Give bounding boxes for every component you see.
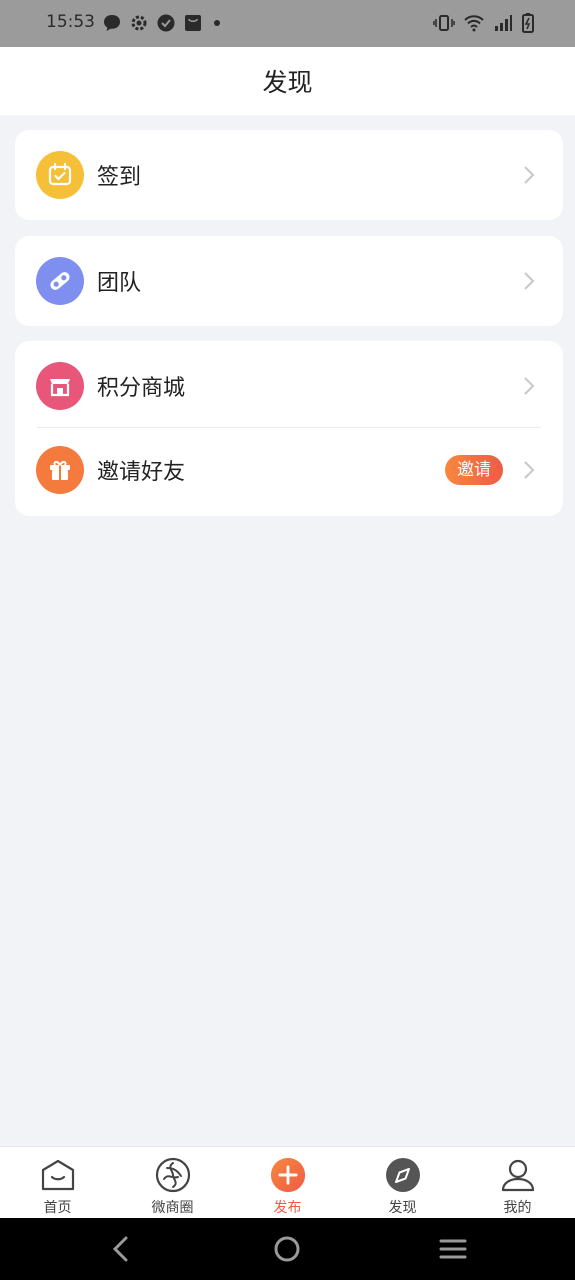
vibrate-icon bbox=[433, 15, 455, 31]
home-icon bbox=[40, 1157, 76, 1193]
team-card: 团队 bbox=[15, 236, 563, 326]
wifi-icon bbox=[464, 15, 484, 32]
home-circle-icon[interactable] bbox=[270, 1232, 304, 1266]
menu-item-points-store[interactable]: 积分商城 bbox=[15, 341, 563, 431]
menu-item-signin[interactable]: 签到 bbox=[15, 130, 563, 220]
status-left-icons bbox=[102, 13, 224, 33]
page-title: 发现 bbox=[262, 68, 313, 97]
status-bar: 15:53 bbox=[0, 0, 575, 47]
invite-badge[interactable]: 邀请 bbox=[445, 455, 503, 485]
chevron-right-icon bbox=[524, 166, 535, 184]
plus-icon bbox=[270, 1157, 306, 1193]
tab-me[interactable]: 我的 bbox=[460, 1147, 575, 1218]
compass-icon bbox=[385, 1157, 421, 1193]
settings-icon bbox=[131, 15, 147, 31]
chevron-right-icon bbox=[524, 377, 535, 395]
tab-home[interactable]: 首页 bbox=[0, 1147, 115, 1218]
menu-item-team[interactable]: 团队 bbox=[15, 236, 563, 326]
menu-item-label: 签到 bbox=[97, 165, 142, 190]
signin-card: 签到 bbox=[15, 130, 563, 220]
tab-label: 我的 bbox=[503, 1200, 532, 1216]
store-icon bbox=[36, 362, 84, 410]
back-icon[interactable] bbox=[104, 1232, 138, 1266]
check-circle-icon bbox=[157, 14, 175, 32]
gift-icon bbox=[36, 446, 84, 494]
message-icon bbox=[104, 15, 120, 31]
chevron-right-icon bbox=[524, 272, 535, 290]
menu-item-label: 邀请好友 bbox=[97, 460, 186, 485]
signal-icon bbox=[495, 15, 512, 31]
menu-item-invite-friends[interactable]: 邀请好友 邀请 bbox=[15, 425, 563, 515]
page-header: 发现 bbox=[0, 47, 575, 115]
tab-discover[interactable]: 发现 bbox=[345, 1147, 460, 1218]
chevron-right-icon bbox=[524, 461, 535, 479]
menu-item-label: 积分商城 bbox=[97, 376, 186, 401]
team-icon bbox=[36, 257, 84, 305]
status-time: 15:53 bbox=[46, 12, 95, 32]
menu-icon[interactable] bbox=[436, 1232, 470, 1266]
calendar-check-icon bbox=[36, 151, 84, 199]
battery-icon bbox=[522, 13, 534, 33]
dot-icon bbox=[214, 20, 220, 26]
tab-label: 发现 bbox=[388, 1200, 417, 1216]
system-nav-bar bbox=[0, 1218, 575, 1280]
store-invite-card: 积分商城 邀请好友 邀请 bbox=[15, 341, 563, 516]
tab-circle[interactable]: 微商圈 bbox=[115, 1147, 230, 1218]
tab-publish[interactable]: 发布 bbox=[230, 1147, 345, 1218]
circle-swirl-icon bbox=[155, 1157, 191, 1193]
bag-icon bbox=[185, 15, 201, 31]
menu-item-label: 团队 bbox=[97, 271, 142, 296]
tab-label: 发布 bbox=[273, 1200, 302, 1216]
user-icon bbox=[500, 1157, 536, 1193]
tab-label: 微商圈 bbox=[151, 1200, 194, 1216]
status-right-icons bbox=[433, 12, 535, 34]
bottom-tab-bar: 首页 微商圈 发布 发现 我的 bbox=[0, 1146, 575, 1218]
tab-label: 首页 bbox=[43, 1200, 72, 1216]
